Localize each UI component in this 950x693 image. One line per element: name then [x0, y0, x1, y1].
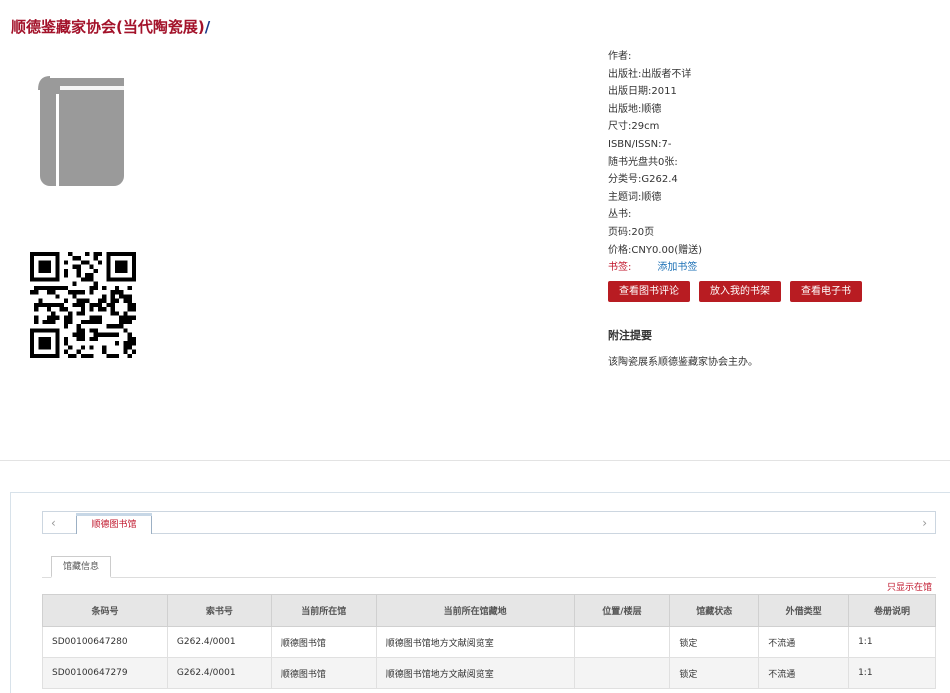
qr-code-icon — [30, 252, 136, 358]
table-cell: 1:1 — [848, 657, 936, 689]
table-cell: SD00100647279 — [42, 657, 168, 689]
only-on-shelf-link[interactable]: 只显示在馆 — [887, 580, 932, 593]
table-cell: 顺德图书馆地方文献阅览室 — [375, 626, 575, 658]
tab-library-shunde[interactable]: 顺德图书馆 — [76, 513, 152, 534]
table-cell: 顺德图书馆 — [270, 626, 377, 658]
table-cell — [573, 626, 671, 658]
table-cell: G262.4/0001 — [166, 626, 272, 658]
meta-row: 价格:CNY0.00(赠送) — [608, 244, 703, 256]
bookmark-label: 书签: — [608, 262, 632, 274]
action-buttons: 查看图书评论 放入我的书架 查看电子书 — [608, 281, 871, 302]
column-header[interactable]: 位置/楼层 — [573, 594, 671, 627]
column-header[interactable]: 当前所在馆藏地 — [375, 594, 575, 627]
table-cell: 顺德图书馆地方文献阅览室 — [375, 657, 575, 689]
column-header[interactable]: 馆藏状态 — [669, 594, 760, 627]
meta-row: 尺寸:29cm — [608, 121, 660, 133]
library-tab-bar: ‹ › — [42, 511, 936, 534]
meta-row: 页码:20页 — [608, 226, 655, 238]
column-header[interactable]: 当前所在馆 — [270, 594, 377, 627]
add-to-shelf-button[interactable]: 放入我的书架 — [699, 281, 781, 302]
bookmark-row: 书签: 添加书签 — [608, 259, 702, 277]
meta-row: 出版日期:2011 — [608, 86, 677, 98]
meta-row: 主题词:顺德 — [608, 191, 662, 203]
table-cell: SD00100647280 — [42, 626, 168, 658]
meta-row: 随书光盘共0张: — [608, 156, 678, 168]
book-icon — [38, 76, 124, 186]
page-title: 顺德鉴藏家协会(当代陶瓷展)/ — [11, 16, 210, 37]
notes-title: 附注提要 — [608, 329, 652, 342]
column-header[interactable]: 条码号 — [42, 594, 168, 627]
tab-prev-icon[interactable]: ‹ — [51, 516, 56, 530]
meta-row: 分类号:G262.4 — [608, 174, 678, 186]
table-cell: 不流通 — [758, 626, 850, 658]
notes-text: 该陶瓷展系顺德鉴藏家协会主办。 — [608, 357, 758, 368]
table-cell: 1:1 — [848, 626, 936, 658]
table-row: SD00100647279 G262.4/0001 顺德图书馆 顺德图书馆地方文献阅览… — [42, 657, 936, 689]
book-metadata: 作者: 出版社:出版者不详 出版日期:2011 出版地:顺德 尺寸:29cm ISBN/I… — [608, 48, 702, 277]
table-row: SD00100647280 G262.4/0001 顺德图书馆 顺德图书馆地方文献阅览… — [42, 626, 936, 658]
view-review-button[interactable]: 查看图书评论 — [608, 281, 690, 302]
column-header[interactable]: 索书号 — [166, 594, 272, 627]
view-ebook-button[interactable]: 查看电子书 — [790, 281, 862, 302]
tab-next-icon[interactable]: › — [922, 516, 927, 530]
table-header-row: 条码号 索书号 当前所在馆 当前所在馆藏地 位置/楼层 馆藏状态 外借类型 卷册说明 — [42, 594, 936, 627]
add-bookmark-link[interactable]: 添加书签 — [657, 262, 697, 273]
sub-tab-divider — [42, 577, 936, 578]
table-cell: 顺德图书馆 — [270, 657, 377, 689]
meta-row: 作者: — [608, 51, 632, 62]
table-cell: G262.4/0001 — [166, 657, 272, 689]
meta-row: 丛书: — [608, 209, 632, 221]
meta-row: 出版地:顺德 — [608, 103, 662, 115]
meta-row: 出版社:出版者不详 — [608, 68, 692, 80]
column-header[interactable]: 外借类型 — [758, 594, 850, 627]
title-slash: / — [204, 18, 211, 36]
table-cell: 锁定 — [669, 657, 760, 689]
table-cell: 锁定 — [669, 626, 760, 658]
tab-holdings-info[interactable]: 馆藏信息 — [51, 556, 111, 578]
column-header[interactable]: 卷册说明 — [848, 594, 936, 627]
table-cell — [573, 657, 671, 689]
section-divider — [0, 460, 950, 461]
meta-row: ISBN/ISSN:7- — [608, 138, 672, 150]
title-text: 顺德鉴藏家协会(当代陶瓷展) — [11, 18, 205, 36]
holdings-table: 条码号 索书号 当前所在馆 当前所在馆藏地 位置/楼层 馆藏状态 外借类型 卷册说明 SD00… — [42, 594, 936, 689]
table-cell: 不流通 — [758, 657, 850, 689]
